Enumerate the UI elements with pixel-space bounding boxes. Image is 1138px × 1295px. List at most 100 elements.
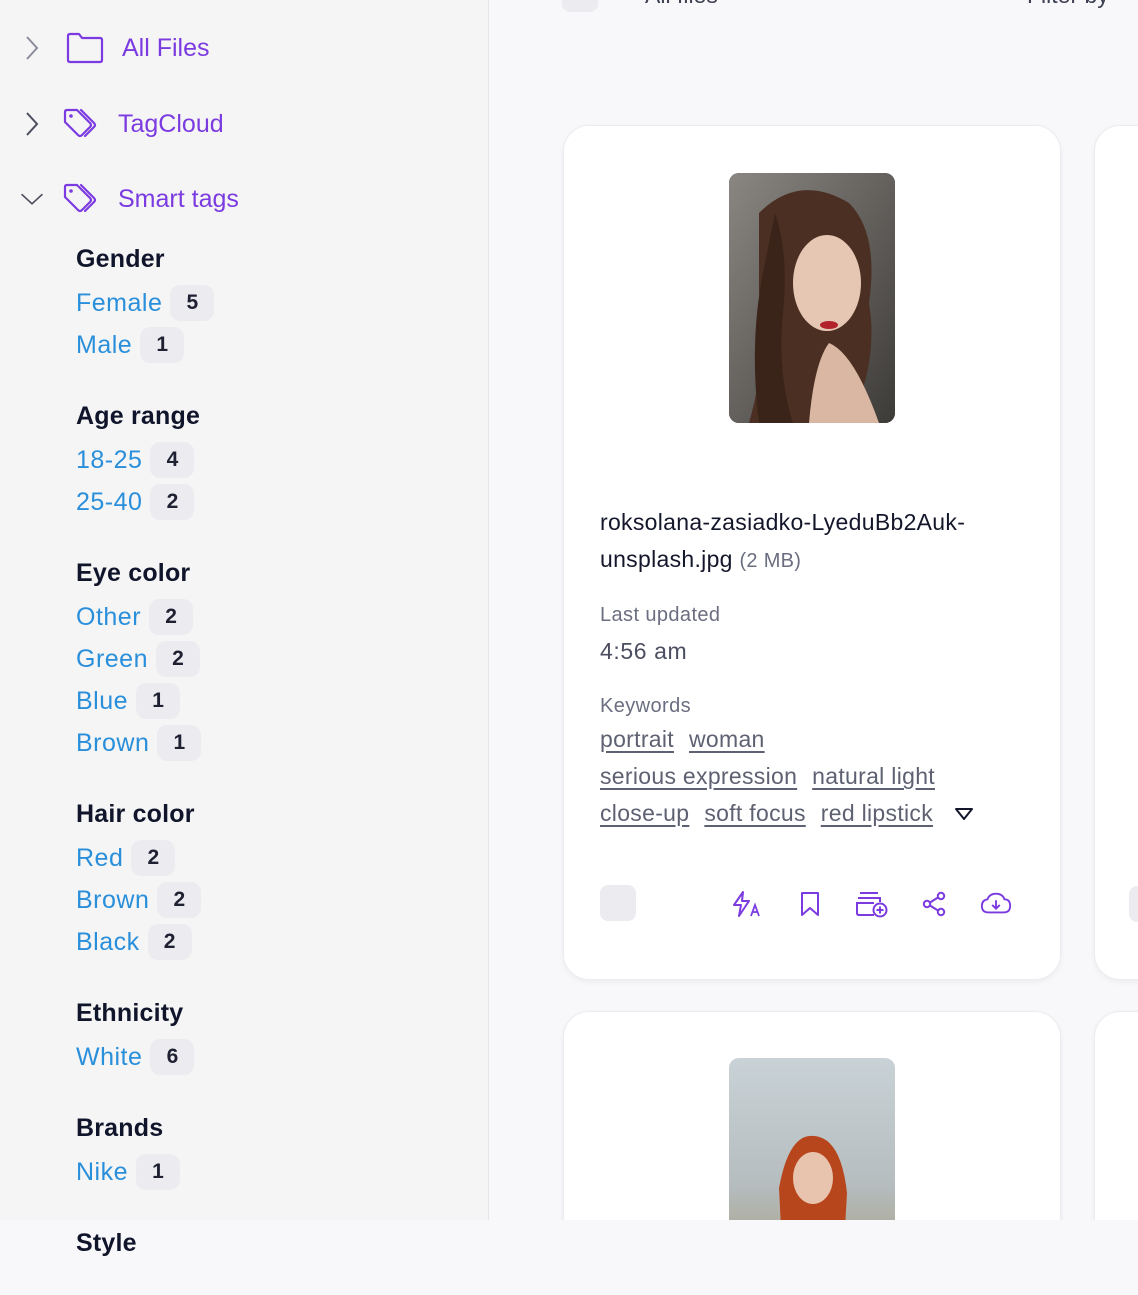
folder-icon (66, 32, 104, 64)
file-card[interactable] (1094, 1011, 1138, 1220)
facet-item[interactable]: Nike 1 (76, 1151, 214, 1193)
nav-label-tagcloud: TagCloud (118, 109, 224, 138)
facet-item-label[interactable]: Female (76, 289, 162, 318)
facet-item-label[interactable]: Blue (76, 687, 128, 716)
facet-group-hair-color: Hair color Red 2 Brown 2 Black 2 (76, 793, 214, 963)
facet-group-gender: Gender Female 5 Male 1 (76, 238, 215, 366)
facet-item[interactable]: Red 2 (76, 837, 214, 879)
auto-tag-icon[interactable] (730, 888, 762, 920)
facet-item[interactable]: Female 5 (76, 282, 215, 324)
smart-tag-facets: Gender Female 5 Male 1 Age range 18-25 4 25… (76, 238, 215, 1295)
facet-title: Eye color (76, 559, 191, 587)
facet-count-badge: 1 (136, 1154, 181, 1190)
tags-icon (62, 181, 100, 217)
nav-label-all-files: All Files (122, 33, 210, 62)
expand-keywords-icon[interactable] (954, 807, 974, 821)
file-name[interactable]: roksolana-zasiadko-LyeduBb2Auk-unsplash.… (600, 504, 1030, 580)
file-thumbnail[interactable] (729, 1058, 895, 1220)
facet-item[interactable]: Green 2 (76, 638, 214, 680)
last-updated-label: Last updated (600, 604, 721, 626)
nav-all-files[interactable]: All Files (0, 24, 210, 72)
nav-label-smart-tags: Smart tags (118, 184, 239, 213)
file-card[interactable] (1094, 125, 1138, 980)
chevron-right-icon[interactable] (20, 36, 44, 60)
facet-item-label[interactable]: Brown (76, 729, 149, 758)
chevron-right-icon[interactable] (20, 112, 44, 136)
facet-count-badge: 2 (147, 924, 192, 960)
keywords-row: close-up soft focus red lipstick (600, 800, 974, 827)
facet-item-label[interactable]: Green (76, 645, 148, 674)
facet-count-badge: 1 (140, 327, 185, 363)
facet-item[interactable]: 25-40 2 (76, 481, 214, 523)
select-checkbox[interactable] (1129, 886, 1138, 922)
facet-group-eye-color: Eye color Other 2 Green 2 Blue 1 Brown 1 (76, 552, 214, 764)
facet-item-label[interactable]: Male (76, 331, 132, 360)
file-thumbnail[interactable] (729, 173, 895, 423)
facet-item-label[interactable]: Black (76, 928, 140, 957)
facet-item-label[interactable]: Nike (76, 1158, 128, 1187)
facet-title: Style (76, 1229, 137, 1257)
tags-icon (62, 106, 100, 142)
facet-title: Gender (76, 245, 165, 273)
facet-item[interactable]: 18-25 4 (76, 439, 214, 481)
facet-item[interactable]: Other 2 (76, 596, 214, 638)
facet-count-badge: 5 (170, 285, 215, 321)
facet-item-label[interactable]: White (76, 1043, 142, 1072)
facet-item[interactable]: Brown 1 (76, 722, 214, 764)
facet-group-brands: Brands Nike 1 (76, 1107, 214, 1193)
keyword-link[interactable]: soft focus (704, 800, 805, 827)
facet-item-label[interactable]: Other (76, 603, 141, 632)
facet-item-label[interactable]: Red (76, 844, 123, 873)
sidebar: All Files TagCloud Smart tags Gender Fem… (0, 0, 489, 1257)
facet-count-badge: 1 (157, 725, 202, 761)
facet-count-badge: 2 (149, 599, 194, 635)
portrait-image (729, 1058, 895, 1220)
filter-by-label[interactable]: Filter by (1027, 0, 1109, 9)
keyword-link[interactable]: red lipstick (821, 800, 933, 827)
facet-item[interactable]: Black 2 (76, 921, 214, 963)
select-all-checkbox[interactable] (562, 0, 598, 12)
facet-count-badge: 4 (150, 442, 195, 478)
keyword-link[interactable]: serious expression (600, 763, 797, 790)
portrait-image (729, 173, 895, 423)
file-size: (2 MB) (739, 550, 802, 572)
facet-item[interactable]: White 6 (76, 1036, 214, 1078)
facet-title: Hair color (76, 800, 195, 828)
chevron-down-icon[interactable] (20, 187, 44, 211)
add-to-folder-icon[interactable] (856, 888, 888, 920)
nav-tagcloud[interactable]: TagCloud (0, 100, 224, 148)
facet-item-label[interactable]: 18-25 (76, 446, 142, 475)
facet-count-badge: 2 (150, 484, 195, 520)
file-card[interactable] (563, 1011, 1061, 1220)
keyword-link[interactable]: natural light (812, 763, 935, 790)
facet-item[interactable]: Brown 2 (76, 879, 214, 921)
facet-item[interactable]: Blue 1 (76, 680, 214, 722)
facet-group-ethnicity: Ethnicity White 6 (76, 992, 214, 1078)
facet-count-badge: 2 (157, 882, 202, 918)
facet-item[interactable]: Male 1 (76, 324, 214, 366)
facet-title: Brands (76, 1114, 164, 1142)
last-updated-value: 4:56 am (600, 638, 688, 664)
cloud-download-icon[interactable] (980, 888, 1012, 920)
keyword-link[interactable]: woman (689, 726, 765, 753)
nav-smart-tags[interactable]: Smart tags (0, 175, 239, 223)
share-icon[interactable] (918, 888, 950, 920)
facet-item-label[interactable]: 25-40 (76, 488, 142, 517)
keyword-link[interactable]: portrait (600, 726, 674, 753)
file-card[interactable]: roksolana-zasiadko-LyeduBb2Auk-unsplash.… (563, 125, 1061, 980)
keywords-label: Keywords (600, 695, 692, 717)
keywords-row: serious expression natural light (600, 763, 935, 790)
facet-group-age-range: Age range 18-25 4 25-40 2 (76, 395, 214, 523)
facet-title: Ethnicity (76, 999, 184, 1027)
select-checkbox[interactable] (600, 885, 636, 921)
facet-count-badge: 6 (150, 1039, 195, 1075)
breadcrumb-all-files[interactable]: All files (645, 0, 718, 9)
keywords-row: portrait woman (600, 726, 765, 753)
keyword-link[interactable]: close-up (600, 800, 689, 827)
facet-count-badge: 2 (155, 641, 200, 677)
card-actions (600, 884, 1020, 924)
bookmark-icon[interactable] (794, 888, 826, 920)
facet-item-label[interactable]: Brown (76, 886, 149, 915)
main-content: All files Filter by roksolana-zasiadko-L… (489, 0, 1138, 1220)
facet-title: Age range (76, 402, 201, 430)
